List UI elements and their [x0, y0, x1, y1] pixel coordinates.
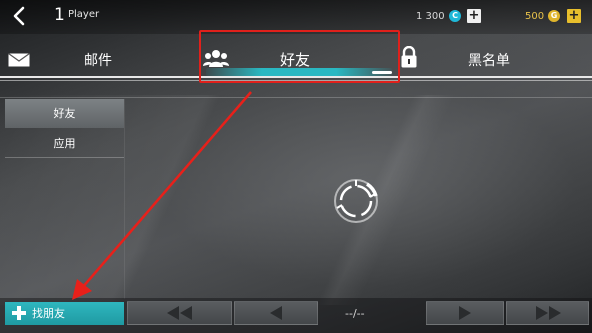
- add-gold-button[interactable]: +: [567, 9, 581, 23]
- gold-coin-icon: G: [548, 10, 560, 22]
- player-name: Player: [68, 9, 100, 20]
- top-bar: 1 Player 1 300 C + 500 G +: [0, 0, 592, 34]
- find-friend-label: 找朋友: [32, 307, 65, 320]
- chevron-left-icon: [13, 6, 25, 26]
- next-page-button[interactable]: [426, 301, 504, 325]
- mail-icon: [8, 53, 30, 67]
- tab-highlight-box: [199, 30, 400, 83]
- lock-icon: [401, 46, 417, 68]
- gold-amount: 500: [525, 11, 545, 22]
- plus-icon: [12, 306, 26, 320]
- content-separator: [0, 97, 592, 98]
- loading-spinner-icon: [334, 179, 378, 223]
- sidebar-item-apps[interactable]: 应用: [5, 131, 124, 158]
- first-page-button[interactable]: [127, 301, 232, 325]
- last-page-button[interactable]: [506, 301, 589, 325]
- right-arrow-icon: [459, 306, 471, 320]
- credits-amount: 1 300: [416, 11, 445, 22]
- double-right-arrow-icon: [535, 306, 561, 320]
- tab-mail-label: 邮件: [84, 53, 112, 69]
- credit-coin-icon: C: [449, 10, 461, 22]
- page-indicator: --/--: [345, 307, 365, 320]
- add-credits-button[interactable]: +: [467, 9, 481, 23]
- left-arrow-icon: [270, 306, 282, 320]
- sidebar-item-friends[interactable]: 好友: [5, 99, 124, 128]
- back-button[interactable]: [9, 5, 31, 27]
- prev-page-button[interactable]: [234, 301, 318, 325]
- double-left-arrow-icon: [166, 306, 192, 320]
- player-level: 1: [54, 5, 65, 25]
- tab-blacklist-label: 黑名单: [468, 53, 510, 69]
- sidebar-divider: [124, 99, 125, 299]
- find-friend-button[interactable]: 找朋友: [5, 302, 124, 325]
